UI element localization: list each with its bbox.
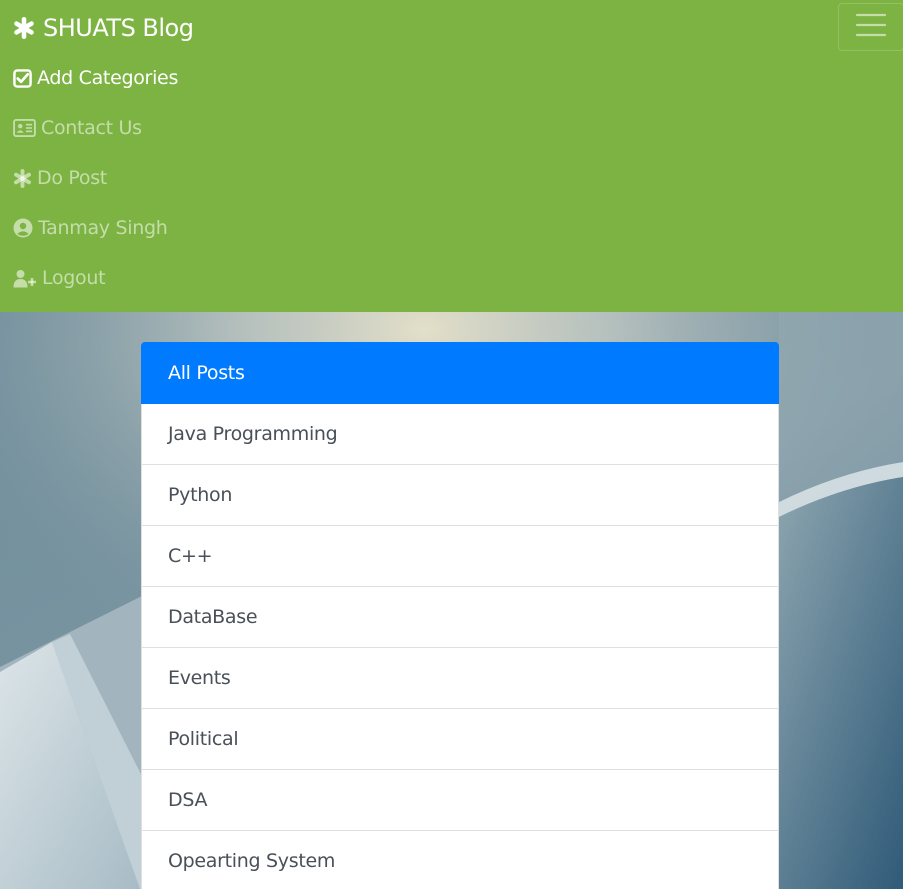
nav-add-categories[interactable]: Add Categories bbox=[13, 63, 178, 93]
category-item-python[interactable]: Python bbox=[141, 465, 779, 526]
category-label: All Posts bbox=[168, 362, 245, 384]
asterisk-icon bbox=[13, 17, 35, 39]
category-item-political[interactable]: Political bbox=[141, 709, 779, 770]
nav-profile-label: Tanmay Singh bbox=[38, 217, 168, 239]
address-card-icon bbox=[13, 119, 36, 137]
category-label: Python bbox=[168, 484, 233, 506]
nav-profile[interactable]: Tanmay Singh bbox=[13, 213, 168, 243]
category-item-all-posts[interactable]: All Posts bbox=[141, 342, 779, 404]
nav-add-categories-label: Add Categories bbox=[37, 67, 179, 89]
category-item-java-programming[interactable]: Java Programming bbox=[141, 404, 779, 465]
user-circle-icon bbox=[13, 218, 33, 238]
asterisk-icon bbox=[13, 168, 32, 188]
category-label: Java Programming bbox=[168, 423, 338, 445]
check-square-icon bbox=[13, 68, 32, 88]
user-plus-icon bbox=[13, 269, 37, 288]
category-label: Political bbox=[168, 728, 239, 750]
category-label: Events bbox=[168, 667, 231, 689]
category-item-cpp[interactable]: C++ bbox=[141, 526, 779, 587]
nav-logout-label: Logout bbox=[42, 267, 106, 289]
brand-title: SHUATS Blog bbox=[43, 14, 194, 42]
brand-link[interactable]: SHUATS Blog bbox=[13, 12, 194, 44]
category-item-operating-system[interactable]: Opearting System bbox=[141, 831, 779, 889]
navbar: SHUATS Blog Add Categories Contact Us Do… bbox=[0, 0, 903, 312]
category-item-database[interactable]: DataBase bbox=[141, 587, 779, 648]
category-label: C++ bbox=[168, 545, 213, 567]
hamburger-icon bbox=[855, 12, 887, 42]
category-label: Opearting System bbox=[168, 850, 336, 872]
nav-do-post[interactable]: Do Post bbox=[13, 163, 107, 193]
category-label: DataBase bbox=[168, 606, 258, 628]
nav-contact-us-label: Contact Us bbox=[41, 117, 142, 139]
category-label: DSA bbox=[168, 789, 208, 811]
category-item-events[interactable]: Events bbox=[141, 648, 779, 709]
category-item-dsa[interactable]: DSA bbox=[141, 770, 779, 831]
nav-contact-us[interactable]: Contact Us bbox=[13, 113, 142, 143]
category-list: All Posts Java Programming Python C++ Da… bbox=[141, 342, 779, 889]
navbar-toggler-button[interactable] bbox=[838, 3, 903, 51]
nav-do-post-label: Do Post bbox=[37, 167, 107, 189]
nav-logout[interactable]: Logout bbox=[13, 263, 106, 293]
